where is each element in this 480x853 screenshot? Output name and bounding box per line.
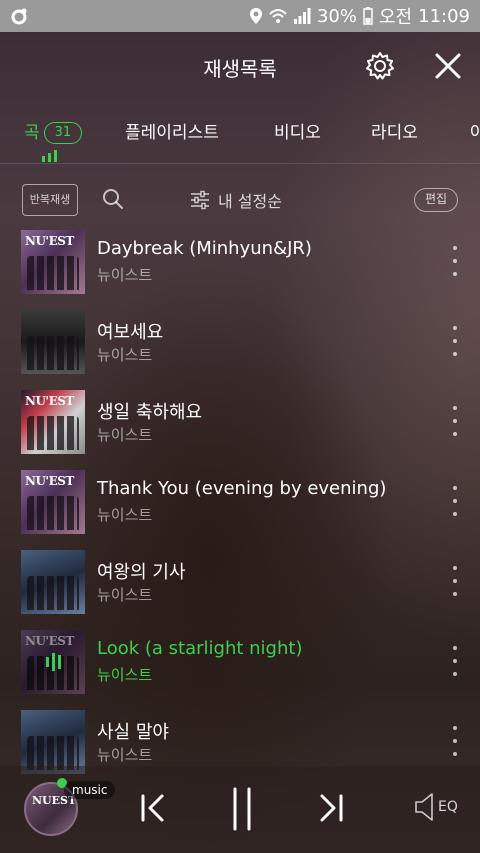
more-options-icon[interactable]	[448, 326, 462, 356]
tab-playlists[interactable]: 플레이리스트	[125, 118, 219, 143]
tab-more[interactable]: 아	[470, 118, 480, 143]
tab-songs-label: 곡	[24, 123, 40, 143]
edit-button[interactable]: 편집	[414, 188, 459, 212]
song-artist: 뉴이스트	[97, 346, 153, 364]
music-badge: music	[64, 781, 116, 799]
song-title: Thank You (evening by evening)	[97, 478, 387, 499]
song-count-badge: 31	[43, 122, 83, 144]
more-options-icon[interactable]	[448, 646, 462, 676]
album-logo: NU'EST	[25, 394, 74, 408]
tab-songs[interactable]: 곡 31	[24, 118, 83, 144]
album-art	[21, 550, 85, 614]
playing-overlay-icon	[21, 630, 85, 694]
album-logo: NU'EST	[25, 234, 74, 248]
clock: 11:09	[418, 5, 470, 27]
battery-icon	[363, 7, 373, 25]
previous-track-icon[interactable]	[134, 788, 174, 828]
close-icon[interactable]	[432, 50, 464, 82]
signal-icon	[293, 8, 311, 24]
more-options-icon[interactable]	[448, 566, 462, 596]
song-title: 생일 축하해요	[97, 402, 203, 423]
eq-label: EQ	[438, 799, 458, 815]
list-toolbar: 반복재생 내 설정순 편집	[0, 176, 480, 224]
time-ampm: 오전	[379, 7, 413, 28]
album-art: NU'EST	[21, 230, 85, 294]
tab-videos[interactable]: 비디오	[274, 118, 321, 143]
speaker-icon	[415, 793, 433, 821]
more-options-icon[interactable]	[448, 406, 462, 436]
app-notification-icon	[11, 8, 27, 25]
tab-bar: 곡 31 플레이리스트 비디오 라디오 아	[0, 102, 480, 164]
tab-radio[interactable]: 라디오	[371, 118, 418, 143]
sort-label: 내 설정순	[218, 192, 282, 211]
album-art	[21, 710, 85, 774]
sliders-icon	[191, 190, 209, 210]
header: 재생목록	[0, 32, 480, 102]
sort-button[interactable]: 내 설정순	[190, 188, 282, 212]
song-artist: 뉴이스트	[97, 266, 153, 284]
album-art: NU'EST	[21, 630, 85, 694]
settings-gear-icon[interactable]	[364, 50, 396, 82]
song-title: Daybreak (Minhyun&JR)	[97, 238, 312, 259]
song-title: 여왕의 기사	[97, 562, 186, 583]
now-playing-indicator-icon	[42, 150, 57, 162]
wifi-icon	[269, 9, 287, 23]
song-row[interactable]: 여보세요뉴이스트	[0, 310, 480, 380]
song-row[interactable]: NU'EST Thank You (evening by evening) 뉴이스트	[0, 470, 480, 540]
repeat-button[interactable]: 반복재생	[22, 184, 78, 216]
song-title: 사실 말야	[97, 722, 169, 743]
album-art: NU'EST	[21, 470, 85, 534]
song-row[interactable]: NU'EST 생일 축하해요뉴이스트	[0, 390, 480, 460]
next-track-icon[interactable]	[310, 788, 350, 828]
song-title: Look (a starlight night)	[97, 638, 303, 659]
more-options-icon[interactable]	[448, 486, 462, 516]
album-art: NU'EST	[21, 390, 85, 454]
song-artist: 뉴이스트	[97, 666, 153, 684]
more-options-icon[interactable]	[448, 726, 462, 756]
player-bar: NUEST music EQ	[0, 766, 480, 853]
album-logo: NU'EST	[25, 474, 74, 488]
status-bar: 30% 오전 11:09	[0, 0, 480, 32]
song-row[interactable]: NU'EST Look (a starlight night) 뉴이스트	[0, 630, 480, 700]
song-artist: 뉴이스트	[97, 746, 153, 764]
battery-percent: 30%	[316, 5, 357, 27]
album-art	[21, 310, 85, 374]
search-icon[interactable]	[102, 188, 124, 210]
song-artist: 뉴이스트	[97, 506, 153, 524]
song-artist: 뉴이스트	[97, 426, 153, 444]
page-title: 재생목록	[203, 56, 277, 81]
song-title: 여보세요	[97, 322, 164, 343]
location-icon	[249, 8, 262, 24]
song-row[interactable]: 여왕의 기사뉴이스트	[0, 550, 480, 620]
more-options-icon[interactable]	[448, 246, 462, 276]
equalizer-button[interactable]: EQ	[414, 792, 458, 822]
song-row[interactable]: NU'EST Daybreak (Minhyun&JR) 뉴이스트	[0, 230, 480, 300]
song-artist: 뉴이스트	[97, 586, 153, 604]
pause-icon[interactable]	[222, 786, 262, 832]
